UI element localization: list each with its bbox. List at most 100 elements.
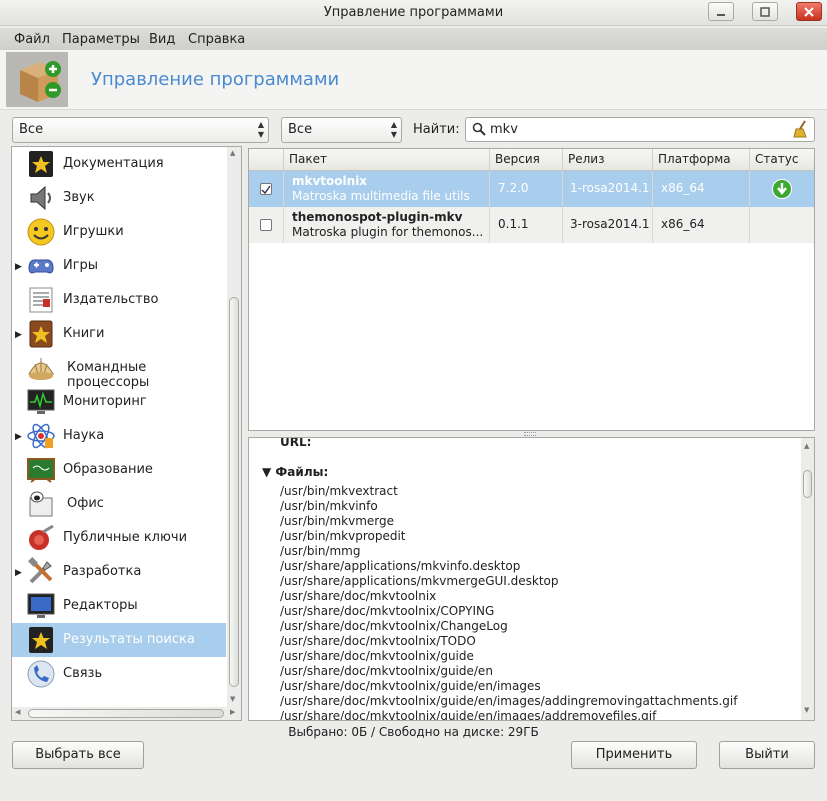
version-value: 7.2.0: [498, 181, 529, 195]
table-row[interactable]: mkvtoolnix Matroska multimedia file util…: [249, 171, 814, 207]
platform-cell: x86_64: [653, 171, 750, 207]
files-label: Файлы:: [275, 465, 329, 479]
expand-arrow-icon[interactable]: ▶: [15, 432, 22, 442]
search-input[interactable]: mkv: [465, 117, 815, 142]
column-header-status[interactable]: Статус: [750, 149, 814, 171]
file-path: /usr/bin/mmg: [280, 544, 361, 558]
menu-settings[interactable]: Параметры: [62, 32, 140, 47]
release-cell: 3-rosa2014.1: [563, 207, 653, 243]
expand-arrow-icon[interactable]: ▶: [15, 330, 22, 340]
spin-arrows-icon: ▲ ▼: [257, 120, 264, 139]
version-value: 0.1.1: [498, 217, 529, 231]
menubar: Файл Параметры Вид Справка: [0, 28, 827, 50]
tools-icon: [28, 557, 53, 584]
category-horizontal-scrollbar[interactable]: ◀ ▶: [12, 707, 241, 720]
category-item[interactable]: Документация: [12, 147, 226, 181]
minimize-button[interactable]: [708, 2, 734, 21]
close-button[interactable]: [796, 2, 822, 21]
category-item[interactable]: Офис: [12, 487, 226, 521]
category-item[interactable]: Мониторинг: [12, 385, 226, 419]
column-header-platform[interactable]: Платформа: [653, 149, 750, 171]
category-label: Документация: [63, 156, 164, 171]
type-filter-select[interactable]: Все ▲ ▼: [281, 117, 402, 143]
category-item[interactable]: ▶ Книги: [12, 317, 226, 351]
file-path: /usr/bin/mkvpropedit: [280, 529, 406, 543]
release-cell: 1-rosa2014.1: [563, 171, 653, 207]
column-header-release[interactable]: Релиз: [563, 149, 653, 171]
scroll-up-icon[interactable]: ▲: [230, 149, 235, 157]
status-cell: [750, 171, 814, 207]
file-path: /usr/share/doc/mkvtoolnix/ChangeLog: [280, 619, 508, 633]
category-item[interactable]: ▶ Наука: [12, 419, 226, 453]
file-path: /usr/share/doc/mkvtoolnix/guide/en/image…: [280, 709, 657, 721]
category-item[interactable]: ▶ Разработка: [12, 555, 226, 589]
search-value: mkv: [490, 122, 518, 137]
release-value: 1-rosa2014.1: [570, 181, 650, 195]
smiley-icon: [27, 218, 55, 246]
category-label: Результаты поиска: [63, 632, 195, 647]
column-header-package[interactable]: Пакет: [284, 149, 490, 171]
file-path: /usr/bin/mkvinfo: [280, 499, 378, 513]
category-hscroll-thumb[interactable]: [28, 709, 224, 718]
category-item[interactable]: Образование: [12, 453, 226, 487]
details-scroll-thumb[interactable]: [803, 470, 812, 498]
category-item[interactable]: Связь: [12, 657, 226, 691]
office-icon: [29, 491, 53, 517]
category-item[interactable]: Командные процессоры: [12, 351, 226, 390]
column-header-check[interactable]: [249, 149, 284, 171]
category-label: Издательство: [63, 292, 159, 307]
window-title: Управление программами: [323, 5, 504, 20]
scroll-right-icon[interactable]: ▶: [230, 708, 235, 716]
package-checkbox[interactable]: [260, 219, 272, 231]
category-item[interactable]: Игрушки: [12, 215, 226, 249]
clear-broom-icon[interactable]: [792, 120, 810, 138]
category-label: Разработка: [63, 564, 142, 579]
expand-arrow-icon[interactable]: ▶: [15, 568, 22, 578]
pane-splitter-handle[interactable]: [524, 432, 536, 436]
category-item[interactable]: Редакторы: [12, 589, 226, 623]
select-all-button[interactable]: Выбрать все: [12, 741, 144, 769]
category-item[interactable]: ▶ Игры: [12, 249, 226, 283]
scroll-up-icon[interactable]: ▲: [804, 442, 809, 450]
category-label: Мониторинг: [63, 394, 147, 409]
category-item[interactable]: Издательство: [12, 283, 226, 317]
category-item[interactable]: Звук: [12, 181, 226, 215]
installed-download-icon: [772, 179, 792, 199]
table-row[interactable]: themonospot-plugin-mkv Matroska plugin f…: [249, 207, 814, 243]
package-table[interactable]: Пакет Версия Релиз Платформа Статус mkvt…: [248, 148, 815, 431]
column-header-version[interactable]: Версия: [490, 149, 563, 171]
category-label: Книги: [63, 326, 105, 341]
category-item[interactable]: Результаты поиска: [12, 623, 226, 657]
menu-help[interactable]: Справка: [188, 32, 245, 47]
scroll-down-icon[interactable]: ▼: [230, 695, 235, 703]
category-list[interactable]: Документация Звук Игрушки ▶ Игры Издательство…: [11, 146, 242, 721]
scroll-left-icon[interactable]: ◀: [15, 708, 20, 716]
category-item[interactable]: Публичные ключи: [12, 521, 226, 555]
menu-file[interactable]: Файл: [14, 32, 50, 47]
files-section-header[interactable]: ▼ Файлы:: [262, 465, 328, 479]
check-cell: [249, 171, 284, 207]
category-label: Звук: [63, 190, 95, 205]
app-header: Управление программами: [0, 50, 827, 110]
expand-arrow-icon[interactable]: ▶: [15, 262, 22, 272]
group-filter-select[interactable]: Все ▲ ▼: [12, 117, 269, 143]
details-vertical-scrollbar[interactable]: ▲ ▼: [801, 438, 814, 720]
package-name: themonospot-plugin-mkv: [292, 210, 463, 224]
window-titlebar: Управление программами: [0, 0, 827, 26]
menu-view[interactable]: Вид: [149, 32, 175, 47]
category-scroll-thumb[interactable]: [229, 297, 239, 687]
package-details-panel[interactable]: URL: ▼ Файлы: /usr/bin/mkvextract/usr/bi…: [248, 437, 815, 721]
package-cell: mkvtoolnix Matroska multimedia file util…: [284, 171, 490, 207]
platform-value: x86_64: [661, 181, 705, 195]
file-path: /usr/share/doc/mkvtoolnix/guide: [280, 649, 474, 663]
publishing-icon: [29, 287, 53, 313]
apply-button[interactable]: Применить: [571, 741, 697, 769]
category-label: Редакторы: [63, 598, 138, 613]
category-vertical-scrollbar[interactable]: ▲ ▼: [227, 147, 241, 707]
exit-button[interactable]: Выйти: [719, 741, 815, 769]
maximize-button[interactable]: [752, 2, 778, 21]
version-cell: 0.1.1: [490, 207, 563, 243]
package-checkbox[interactable]: [260, 183, 272, 195]
scroll-down-icon[interactable]: ▼: [804, 706, 809, 714]
category-label: Игрушки: [63, 224, 124, 239]
